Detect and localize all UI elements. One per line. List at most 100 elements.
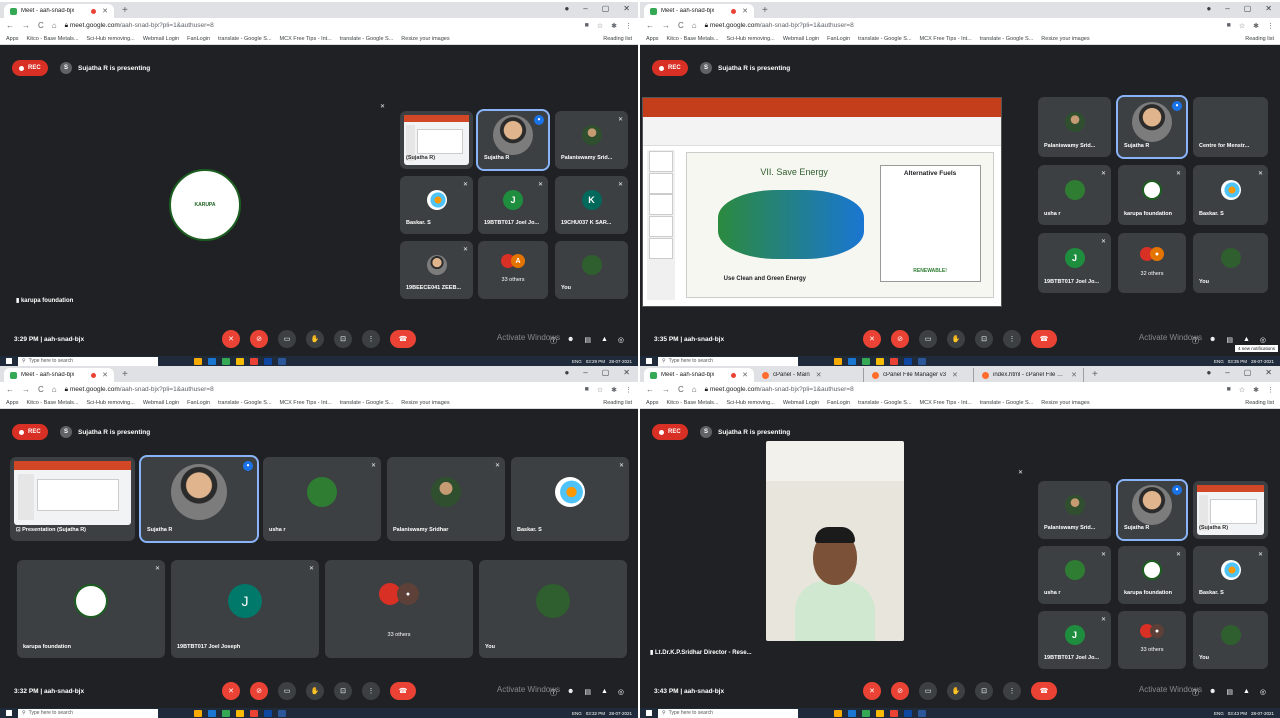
tab-meet[interactable]: Meet - aah-snad-bjx ✕: [4, 368, 114, 382]
close-tab-icon[interactable]: ✕: [742, 371, 748, 379]
end-call-icon[interactable]: ☎: [1031, 682, 1057, 700]
new-tab-icon[interactable]: +: [762, 5, 768, 16]
new-tab-icon[interactable]: +: [1092, 369, 1098, 380]
file-explorer-icon[interactable]: [834, 709, 842, 717]
reload-icon[interactable]: C: [38, 385, 44, 394]
windows-start-icon[interactable]: [6, 358, 12, 364]
info-icon[interactable]: ⓘ: [1192, 688, 1199, 698]
maximize-icon[interactable]: ▢: [1244, 4, 1252, 13]
star-icon[interactable]: ☆: [597, 22, 603, 30]
taskbar-search[interactable]: ⚲ Type here to search: [18, 356, 158, 366]
profile-icon[interactable]: ●: [1206, 4, 1211, 13]
raise-hand-icon[interactable]: ✋: [306, 682, 324, 700]
back-icon[interactable]: ←: [646, 385, 654, 394]
file-explorer-icon[interactable]: [194, 709, 202, 717]
tile-palaniswamy[interactable]: Palaniswamy Srid...: [1038, 97, 1111, 157]
notification-toast[interactable]: 4 new notifications: [1234, 345, 1278, 352]
chrome-icon[interactable]: [222, 357, 230, 365]
reload-icon[interactable]: C: [38, 21, 44, 30]
raise-hand-icon[interactable]: ✋: [947, 330, 965, 348]
taskbar-search[interactable]: ⚲ Type here to search: [658, 708, 798, 718]
new-tab-icon[interactable]: +: [122, 369, 128, 380]
tile-others[interactable]: ● 33 others: [325, 560, 473, 658]
activities-icon[interactable]: ▲: [1243, 688, 1250, 698]
camera-off-icon[interactable]: ⊘: [891, 682, 909, 700]
bookmark-mcx[interactable]: MCX Free Tips - Int...: [920, 36, 972, 42]
bookmark-kitco[interactable]: Kitco - Base Metals...: [667, 400, 719, 406]
tile-karupa[interactable]: ✕ karupa foundation: [1118, 165, 1186, 225]
forward-icon[interactable]: →: [22, 21, 30, 30]
tile-baskar[interactable]: ✕ Baskar. S: [1193, 165, 1268, 225]
file-explorer-icon[interactable]: [194, 357, 202, 365]
end-call-icon[interactable]: ☎: [390, 682, 416, 700]
home-icon[interactable]: ⌂: [692, 21, 697, 30]
close-window-icon[interactable]: ✕: [623, 4, 630, 13]
maximize-icon[interactable]: ▢: [602, 4, 610, 13]
info-icon[interactable]: ⓘ: [550, 688, 557, 698]
minimize-icon[interactable]: –: [583, 368, 587, 377]
tile-sujatha[interactable]: ⦁ Sujatha R: [139, 455, 259, 543]
end-call-icon[interactable]: ☎: [1031, 330, 1057, 348]
captions-icon[interactable]: ▭: [919, 682, 937, 700]
camera-ext-icon[interactable]: ■: [1227, 386, 1231, 394]
forward-icon[interactable]: →: [22, 385, 30, 394]
taskbar-search[interactable]: ⚲ Type here to search: [18, 708, 158, 718]
tile-others[interactable]: ● 33 others: [1118, 611, 1186, 669]
tile-others[interactable]: ● 32 others: [1118, 233, 1186, 293]
star-icon[interactable]: ☆: [1239, 22, 1245, 30]
photoshop-icon[interactable]: [904, 357, 912, 365]
bookmark-translate-2[interactable]: translate - Google S...: [980, 400, 1034, 406]
tile-baskar[interactable]: ✕ Baskar. S: [1193, 546, 1268, 604]
home-icon[interactable]: ⌂: [692, 385, 697, 394]
reading-list[interactable]: Reading list: [1245, 400, 1274, 406]
tile-you[interactable]: You: [479, 560, 627, 658]
present-icon[interactable]: ⊡: [975, 330, 993, 348]
url-field[interactable]: 🔒︎ meet.google.com/aah-snad-bjx?pli=1&au…: [65, 386, 577, 394]
camera-off-icon[interactable]: ⊘: [250, 682, 268, 700]
photoshop-icon[interactable]: [264, 357, 272, 365]
bookmark-translate[interactable]: translate - Google S...: [858, 36, 912, 42]
rec-badge[interactable]: REC: [652, 424, 688, 440]
tile-palaniswamy[interactable]: ✕ Palaniswamy Sridhar: [387, 457, 505, 541]
tile-joel[interactable]: J ✕ 19BTBT017 Joel Jo...: [478, 176, 548, 234]
chat-icon[interactable]: ▤: [1226, 336, 1233, 346]
bookmark-fanlogin[interactable]: FanLogin: [827, 36, 850, 42]
tab-meet[interactable]: Meet - aah-snad-bjx ✕: [644, 368, 754, 382]
file-explorer-icon[interactable]: [834, 357, 842, 365]
star-icon[interactable]: ☆: [1239, 386, 1245, 394]
people-icon[interactable]: ☻: [1209, 688, 1216, 698]
profile-icon[interactable]: ●: [1206, 368, 1211, 377]
camera-off-icon[interactable]: ⊘: [250, 330, 268, 348]
tab-file-manager[interactable]: cPanel File Manager v3 ✕: [866, 368, 974, 382]
tile-usha[interactable]: ✕ usha r: [263, 457, 381, 541]
store-icon[interactable]: [848, 709, 856, 717]
bookmark-fanlogin[interactable]: FanLogin: [187, 36, 210, 42]
raise-hand-icon[interactable]: ✋: [306, 330, 324, 348]
url-field[interactable]: 🔒︎ meet.google.com/aah-snad-bjx?pli=1&au…: [705, 22, 1219, 30]
raise-hand-icon[interactable]: ✋: [947, 682, 965, 700]
reading-list[interactable]: Reading list: [603, 36, 632, 42]
tile-you[interactable]: You: [555, 241, 628, 299]
tile-usha[interactable]: ✕ usha r: [1038, 546, 1111, 604]
more-icon[interactable]: ⋮: [1003, 682, 1021, 700]
people-icon[interactable]: ☻: [1209, 336, 1216, 346]
word-icon[interactable]: [918, 357, 926, 365]
minimize-icon[interactable]: –: [1225, 4, 1229, 13]
rec-badge[interactable]: REC: [12, 424, 48, 440]
tile-baskar[interactable]: ✕ Baskar. S: [400, 176, 473, 234]
sticky-notes-icon[interactable]: [236, 709, 244, 717]
chat-icon[interactable]: ▤: [1226, 688, 1233, 698]
bookmark-webmail[interactable]: Webmail Login: [783, 400, 819, 406]
bookmark-translate-2[interactable]: translate - Google S...: [340, 400, 394, 406]
puzzle-icon[interactable]: ✱: [1253, 386, 1259, 394]
captions-icon[interactable]: ▭: [278, 682, 296, 700]
bookmark-webmail[interactable]: Webmail Login: [143, 36, 179, 42]
chrome-icon[interactable]: [222, 709, 230, 717]
tile-baskar[interactable]: ✕ Baskar. S: [511, 457, 629, 541]
chat-icon[interactable]: ▤: [584, 688, 591, 698]
taskbar-search[interactable]: ⚲ Type here to search: [658, 356, 798, 366]
bookmark-apps[interactable]: Apps: [6, 400, 19, 406]
tile-centre[interactable]: Centre for Menstr...: [1193, 97, 1268, 157]
rec-badge[interactable]: REC: [652, 60, 688, 76]
store-icon[interactable]: [208, 357, 216, 365]
